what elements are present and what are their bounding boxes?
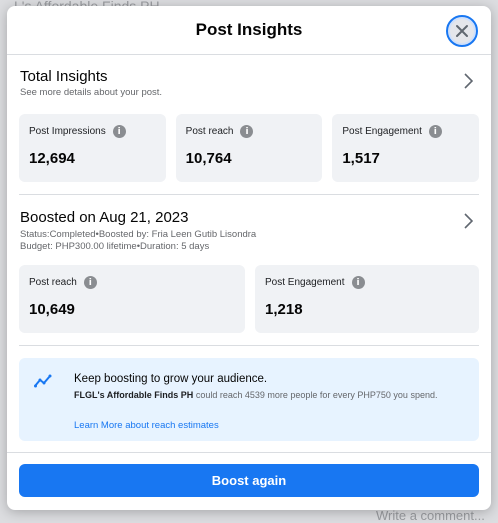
learn-more-link[interactable]: Learn More about reach estimates (74, 420, 219, 431)
total-insights-subtitle: See more details about your post. (20, 87, 163, 98)
chevron-right-icon[interactable] (464, 213, 473, 229)
metric-value: 12,694 (29, 150, 75, 167)
metric-label: Post Engagement (342, 126, 422, 137)
chevron-right-icon[interactable] (464, 73, 473, 89)
dialog-title: Post Insights (195, 20, 303, 39)
metric-value: 10,649 (29, 301, 75, 318)
background-comment-hint: Write a comment... (376, 508, 485, 523)
boost-again-button[interactable]: Boost again (19, 464, 479, 497)
post-insights-dialog: Post Insights Total Insights See more de… (7, 6, 491, 510)
dialog-header: Post Insights (7, 6, 491, 55)
boost-section[interactable]: Boosted on Aug 21, 2023 Status:Completed… (7, 195, 491, 333)
metric-card-post-impressions: Post Impressions i 12,694 (19, 114, 166, 182)
metric-card-boost-engagement: Post Engagement i 1,218 (255, 265, 479, 333)
info-icon[interactable]: i (428, 125, 442, 138)
info-icon[interactable]: i (240, 125, 254, 138)
metric-label: Post reach (185, 126, 234, 137)
tip-body-text: could reach 4539 more people for every P… (193, 390, 438, 400)
info-icon[interactable]: i (83, 276, 97, 289)
dialog-footer: Boost again (7, 452, 491, 510)
metric-value: 10,764 (185, 150, 232, 167)
metric-value: 1,218 (265, 301, 303, 318)
metric-value: 1,517 (342, 150, 380, 167)
metric-card-post-engagement: Post Engagement i 1,517 (332, 114, 480, 182)
metric-label: Post Impressions (29, 126, 106, 137)
tip-page-name: FLGL's Affordable Finds PH (74, 390, 194, 400)
info-icon[interactable]: i (351, 276, 365, 289)
boost-tip-banner: Keep boosting to grow your audience. FLG… (19, 358, 479, 441)
boost-title: Boosted on Aug 21, 2023 (20, 209, 189, 226)
metric-label: Post reach (29, 277, 77, 288)
total-insights-title: Total Insights (20, 68, 108, 85)
trend-up-icon (34, 374, 52, 388)
boost-status: Status:Completed•Boosted by: Fria Leen G… (20, 229, 257, 240)
info-icon[interactable]: i (112, 125, 126, 138)
close-button[interactable] (446, 15, 478, 47)
metric-label: Post Engagement (265, 277, 345, 288)
total-insights-section[interactable]: Total Insights See more details about yo… (7, 55, 491, 182)
tip-title: Keep boosting to grow your audience. (74, 373, 268, 385)
tip-body: FLGL's Affordable Finds PH could reach 4… (74, 389, 454, 402)
metric-card-boost-reach: Post reach i 10,649 (19, 265, 245, 333)
metric-card-post-reach: Post reach i 10,764 (175, 114, 323, 182)
boost-budget: Budget: PHP300.00 lifetime•Duration: 5 d… (20, 241, 210, 252)
close-icon (456, 25, 468, 37)
section-divider (19, 345, 479, 346)
